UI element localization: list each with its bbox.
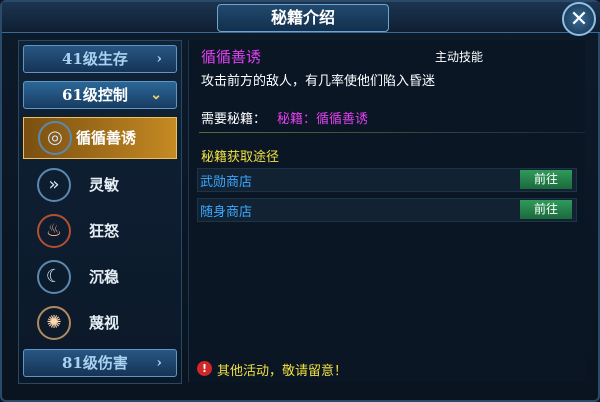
skill-item-lingmin[interactable]: » 灵敏 xyxy=(23,165,177,207)
source-title: 秘籍获取途径 xyxy=(201,150,280,165)
source-name[interactable]: 随身商店 xyxy=(200,201,252,220)
skill-detail-panel: 循循善诱 主动技能 攻击前方的敌人，有几率使他们陷入昏迷 需要秘籍： 秘籍：循循… xyxy=(188,40,585,382)
dialog-window: 秘籍介绍 ✕ 41级生存 › 61级控制 ⌄ ◎ 循循善诱 » 灵敏 ♨ 狂怒 … xyxy=(0,0,600,402)
go-button[interactable]: 前往 xyxy=(520,200,572,219)
level-81-label: 81级伤害 xyxy=(62,354,128,372)
skill-item-label: 蔑视 xyxy=(89,314,120,332)
level-61-label: 61级控制 xyxy=(62,86,128,104)
source-name[interactable]: 武勋商店 xyxy=(200,171,252,190)
chevron-right-icon: › xyxy=(156,355,162,371)
skill-item-label: 灵敏 xyxy=(89,176,120,194)
skill-item-chenwen[interactable]: ☾ 沉稳 xyxy=(23,257,177,299)
skill-item-label: 循循善诱 xyxy=(76,129,137,147)
level-41-label: 41级生存 xyxy=(62,50,128,68)
skill-category-panel: 41级生存 › 61级控制 ⌄ ◎ 循循善诱 » 灵敏 ♨ 狂怒 ☾ 沉稳 ✺ … xyxy=(18,40,182,384)
skill-item-xunxunshanyou[interactable]: ◎ 循循善诱 xyxy=(23,117,177,159)
calm-icon: ☾ xyxy=(37,260,71,294)
skill-item-kuangnu[interactable]: ♨ 狂怒 xyxy=(23,211,177,253)
divider xyxy=(199,132,585,133)
skill-name: 循循善诱 xyxy=(201,48,262,66)
window-title: 秘籍介绍 xyxy=(217,4,389,32)
required-book-value: 秘籍：循循善诱 xyxy=(277,112,369,127)
skill-description: 攻击前方的敌人，有几率使他们陷入昏迷 xyxy=(201,74,436,89)
required-book-label: 需要秘籍： xyxy=(201,112,267,127)
warning-icon: ! xyxy=(197,361,212,376)
skill-item-label: 沉稳 xyxy=(89,268,120,286)
skill-item-label: 狂怒 xyxy=(89,222,120,240)
scorn-icon: ✺ xyxy=(37,306,71,340)
level-81-damage-button[interactable]: 81级伤害 › xyxy=(23,349,177,377)
title-bar: 秘籍介绍 xyxy=(2,2,600,33)
chevron-right-icon: › xyxy=(156,51,162,67)
go-button[interactable]: 前往 xyxy=(520,170,572,189)
rage-icon: ♨ xyxy=(37,214,71,248)
level-61-control-button[interactable]: 61级控制 ⌄ xyxy=(23,81,177,109)
close-button[interactable]: ✕ xyxy=(562,2,596,36)
vortex-icon: ◎ xyxy=(38,121,72,155)
close-icon: ✕ xyxy=(569,7,589,32)
source-row-portable-shop: 随身商店 前往 xyxy=(197,198,577,222)
skill-item-mieshi[interactable]: ✺ 蔑视 xyxy=(23,303,177,345)
chevron-down-icon: ⌄ xyxy=(150,87,162,103)
arrows-icon: » xyxy=(37,168,71,202)
skill-type: 主动技能 xyxy=(435,50,484,64)
notice-text: 其他活动，敬请留意！ xyxy=(217,364,348,379)
level-41-survival-button[interactable]: 41级生存 › xyxy=(23,45,177,73)
source-row-wuxun-shop: 武勋商店 前往 xyxy=(197,168,577,192)
